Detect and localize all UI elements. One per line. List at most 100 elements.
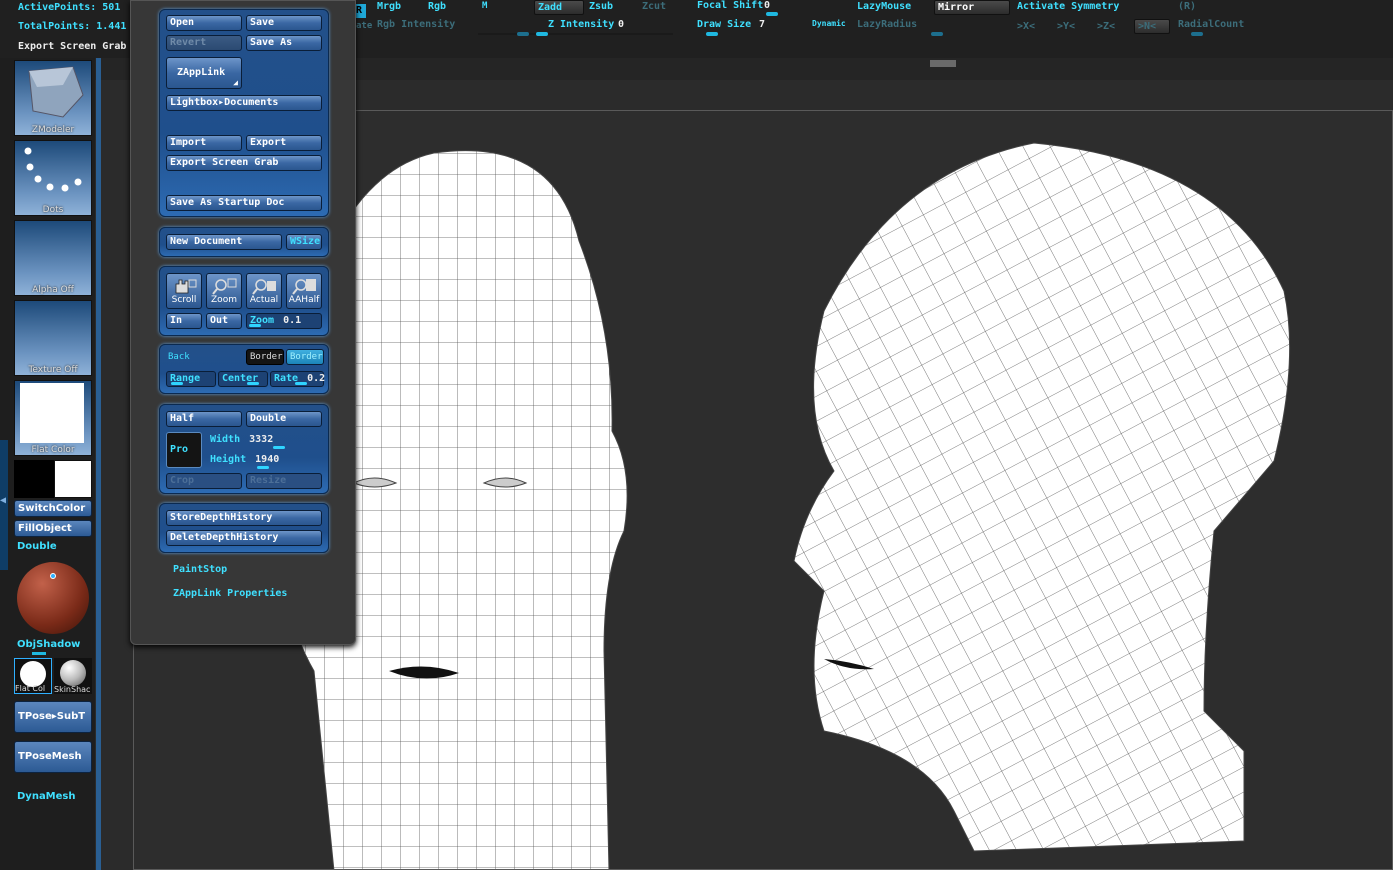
dynamesh-button[interactable]: DynaMesh	[17, 791, 76, 802]
obj-shadow-knob[interactable]	[32, 652, 46, 655]
revert-button[interactable]: Revert	[166, 35, 242, 51]
scroll-button[interactable]: Scroll	[166, 273, 202, 309]
lazyradius-slider[interactable]: LazyRadius	[857, 19, 917, 30]
ate-fragment-label: ate	[356, 21, 373, 31]
switch-color-button[interactable]: SwitchColor	[14, 500, 92, 517]
zsub-button[interactable]: Zsub	[589, 1, 613, 12]
zoom-label: Zoom	[211, 295, 237, 305]
resize-button[interactable]: Resize	[246, 473, 322, 489]
material-selector[interactable]: Flat Color	[14, 380, 92, 456]
light-position-dot[interactable]	[50, 573, 56, 579]
total-points-readout: TotalPoints: 1.441	[18, 21, 127, 32]
back-color-button[interactable]: Back	[164, 349, 242, 365]
center-knob[interactable]	[247, 382, 259, 385]
stroke-dots[interactable]: Dots	[14, 140, 92, 216]
obj-shadow-label[interactable]: ObjShadow	[17, 639, 80, 650]
width-knob[interactable]	[273, 446, 285, 449]
double-size-button[interactable]: Double	[246, 411, 322, 427]
tray-handle[interactable]	[930, 60, 956, 67]
zoom-slider-knob[interactable]	[249, 324, 261, 327]
alpha-selector[interactable]: Alpha Off	[14, 220, 92, 296]
zcut-button[interactable]: Zcut	[642, 1, 666, 12]
activate-symmetry-button[interactable]: Activate Symmetry	[1017, 1, 1119, 12]
left-tray-edge[interactable]: ◀	[0, 440, 8, 570]
delete-depth-history-button[interactable]: DeleteDepthHistory	[166, 530, 322, 546]
skin-shade-material[interactable]: SkinShac	[54, 658, 92, 694]
rate-knob[interactable]	[295, 382, 307, 385]
z-intensity-knob[interactable]	[536, 32, 548, 36]
center-slider[interactable]: Center	[218, 371, 268, 387]
zapplink-button[interactable]: ZAppLink ◢	[166, 57, 242, 89]
lazymouse-button[interactable]: LazyMouse	[857, 1, 911, 12]
tpose-subt-button[interactable]: TPose▸SubT	[14, 701, 92, 733]
actual-button[interactable]: Actual	[246, 273, 282, 309]
rgb-intensity-slider[interactable]: Rgb Intensity	[377, 19, 455, 30]
lightbox-documents-button[interactable]: Lightbox▸Documents	[166, 95, 322, 111]
width-slider[interactable]: Width 3332	[206, 432, 322, 449]
new-document-button[interactable]: New Document	[166, 234, 282, 250]
export-button[interactable]: Export	[246, 135, 322, 151]
wsize-button[interactable]: WSize	[286, 234, 322, 250]
save-as-startup-doc-button[interactable]: Save As Startup Doc	[166, 195, 322, 211]
symmetry-x-toggle[interactable]: >X<	[1017, 21, 1035, 32]
obj-shadow-sphere[interactable]	[17, 562, 89, 634]
export-screen-grab-label: Export Screen Grab	[18, 41, 127, 52]
border2-color-button[interactable]: Border2	[286, 349, 324, 365]
store-depth-history-button[interactable]: StoreDepthHistory	[166, 510, 322, 526]
radial-r-toggle[interactable]: (R)	[1178, 1, 1196, 12]
pro-toggle[interactable]: Pro	[166, 432, 202, 468]
open-button[interactable]: Open	[166, 15, 242, 31]
m-button[interactable]: M	[482, 1, 487, 11]
aahalf-button[interactable]: AAHalf	[286, 273, 322, 309]
zapplink-properties-subpalette[interactable]: ZAppLink Properties	[173, 588, 287, 599]
main-color-swatch[interactable]	[54, 460, 92, 498]
rgb-button[interactable]: Rgb	[428, 1, 446, 12]
double-toggle[interactable]: Double	[17, 541, 57, 552]
zadd-button[interactable]: Zadd	[534, 0, 584, 15]
radial-count-knob[interactable]	[1191, 32, 1203, 36]
texture-selector[interactable]: Texture Off	[14, 300, 92, 376]
mrgb-button[interactable]: Mrgb	[377, 1, 401, 12]
aahalf-icon	[292, 279, 316, 295]
mirror-button[interactable]: Mirror	[934, 0, 1010, 15]
zmodeler-brush-icon	[28, 66, 84, 118]
range-knob[interactable]	[171, 382, 183, 385]
flat-color-material[interactable]: Flat Col	[14, 658, 52, 694]
symmetry-z-toggle[interactable]: >Z<	[1097, 21, 1115, 32]
zoom-in-button[interactable]: In	[166, 313, 202, 329]
brush-zmodeler[interactable]: ZModeler	[14, 60, 92, 136]
half-button[interactable]: Half	[166, 411, 242, 427]
side-head-mesh[interactable]	[793, 142, 1291, 852]
height-slider[interactable]: Height 1940	[206, 452, 322, 469]
export-screen-grab-button[interactable]: Export Screen Grab	[166, 155, 322, 171]
document-size-group: Half Double Pro Width 3332 Height 1940 C…	[159, 404, 329, 494]
lazyradius-knob[interactable]	[931, 32, 943, 36]
focal-shift-knob[interactable]	[766, 12, 778, 16]
zoom-slider[interactable]: Zoom 0.1	[246, 313, 322, 329]
range-slider[interactable]: Range	[166, 371, 216, 387]
z-intensity-slider[interactable]: Z Intensity 0	[548, 19, 668, 33]
draw-size-knob[interactable]	[706, 32, 718, 36]
height-knob[interactable]	[257, 466, 269, 469]
zoom-button[interactable]: Zoom	[206, 273, 242, 309]
tpose-mesh-button[interactable]: TPoseMesh	[14, 741, 92, 773]
corner-arrow-icon: ◢	[233, 78, 238, 87]
save-as-button[interactable]: Save As	[246, 35, 322, 51]
secondary-color-swatch[interactable]	[14, 460, 54, 498]
tray-arrow-icon[interactable]: ◀	[0, 495, 6, 506]
symmetry-n-toggle[interactable]: >N<	[1134, 19, 1170, 34]
rgb-intensity-knob[interactable]	[517, 32, 529, 36]
left-tray-divider[interactable]	[96, 58, 101, 870]
fill-object-button[interactable]: FillObject	[14, 520, 92, 537]
crop-button[interactable]: Crop	[166, 473, 242, 489]
border-color-button[interactable]: Border	[246, 349, 284, 365]
radial-count-slider[interactable]: RadialCount	[1178, 19, 1244, 30]
symmetry-y-toggle[interactable]: >Y<	[1057, 21, 1075, 32]
rate-slider[interactable]: Rate 0.2	[270, 371, 326, 387]
save-button[interactable]: Save	[246, 15, 322, 31]
dynamic-toggle[interactable]: Dynamic	[812, 19, 846, 28]
zoom-out-button[interactable]: Out	[206, 313, 242, 329]
rate-value: 0.2	[307, 373, 326, 384]
paint-stop-subpalette[interactable]: PaintStop	[173, 564, 227, 575]
import-button[interactable]: Import	[166, 135, 242, 151]
